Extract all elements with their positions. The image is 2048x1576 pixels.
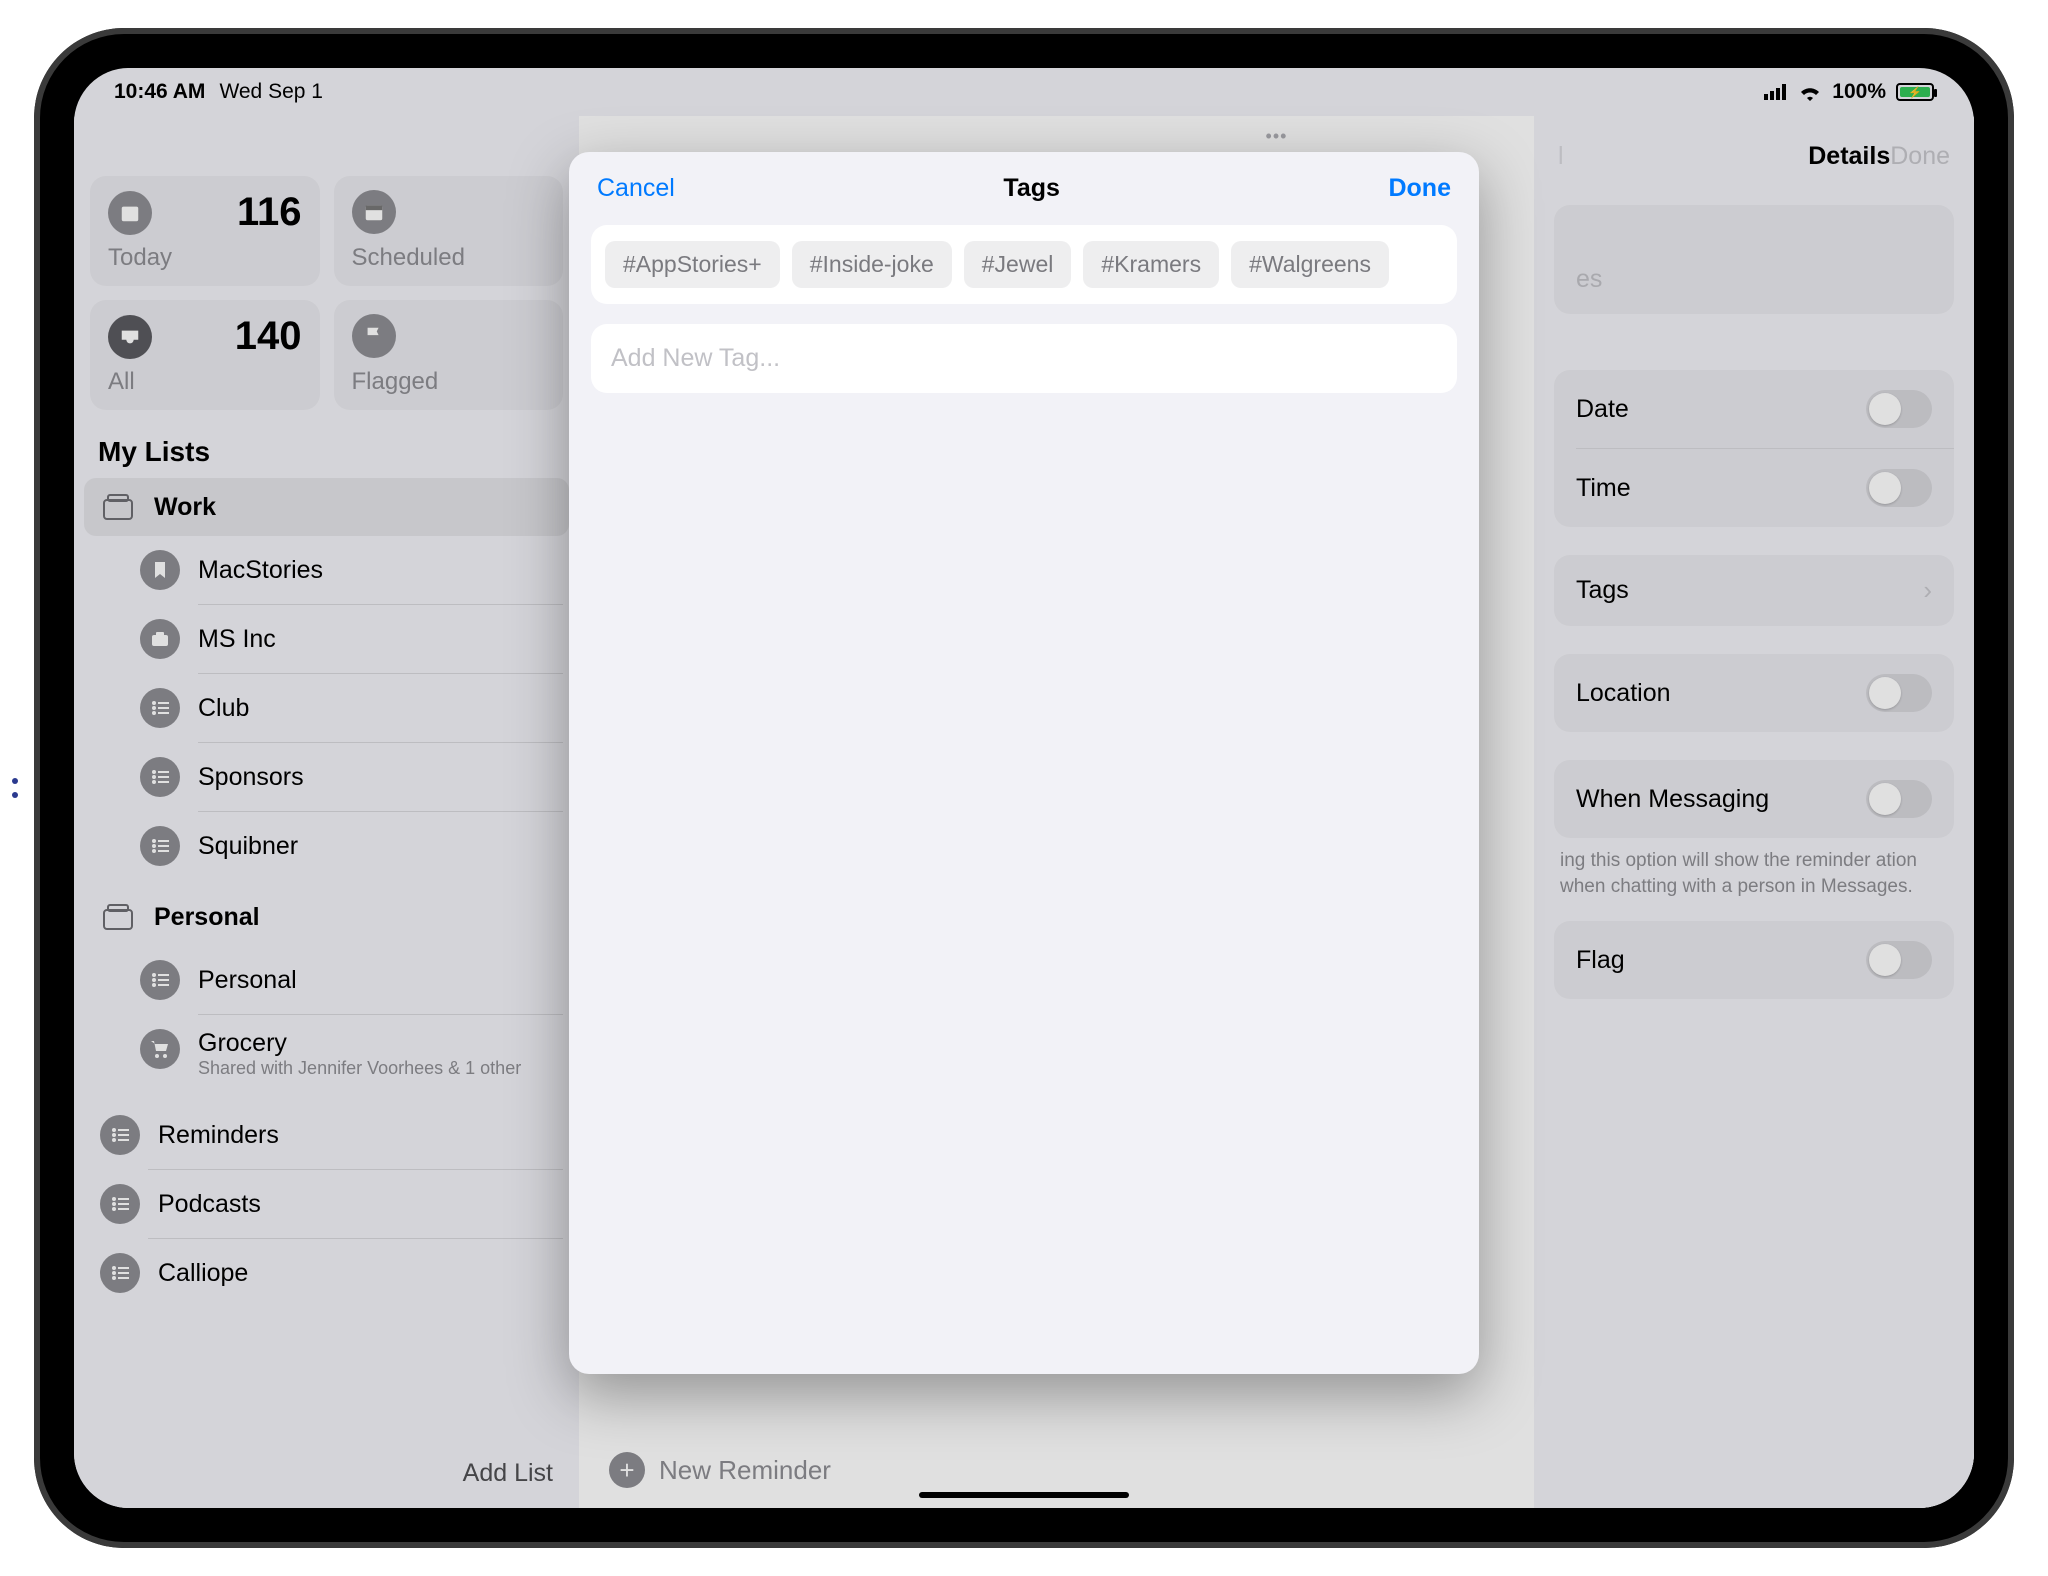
cellular-icon xyxy=(1764,84,1788,100)
today-label: Today xyxy=(108,244,302,272)
battery-icon: ⚡ xyxy=(1896,83,1934,101)
modal-done-button[interactable]: Done xyxy=(1388,174,1451,203)
list-podcasts[interactable]: Podcasts xyxy=(90,1170,563,1238)
tray-icon xyxy=(108,315,152,359)
sidebar: 116 Today Scheduled xyxy=(74,116,579,1508)
tags-modal: Cancel Tags Done #AppStories+ #Inside-jo… xyxy=(569,152,1479,1374)
details-field-stub[interactable]: es xyxy=(1554,205,1954,314)
wifi-icon xyxy=(1798,83,1822,101)
tag-chip[interactable]: #Walgreens xyxy=(1231,241,1389,288)
flagged-label: Flagged xyxy=(352,368,546,396)
cart-icon xyxy=(140,1029,180,1069)
modal-title: Tags xyxy=(1003,174,1060,203)
tag-chip[interactable]: #Jewel xyxy=(964,241,1072,288)
toggle-switch[interactable] xyxy=(1866,469,1932,507)
tag-list: #AppStories+ #Inside-joke #Jewel #Kramer… xyxy=(591,225,1457,304)
smart-list-all[interactable]: 140 All xyxy=(90,300,320,410)
home-indicator[interactable] xyxy=(919,1492,1129,1498)
details-title: Details xyxy=(1808,142,1890,171)
toggle-switch[interactable] xyxy=(1866,941,1932,979)
list-bullet-icon xyxy=(100,1253,140,1293)
list-grocery[interactable]: Grocery Shared with Jennifer Voorhees & … xyxy=(130,1015,563,1093)
details-panel: l Details Done es Date Time xyxy=(1534,116,1974,1508)
briefcase-icon xyxy=(140,619,180,659)
folder-work-label: Work xyxy=(154,493,216,522)
smart-list-scheduled[interactable]: Scheduled xyxy=(334,176,564,286)
list-reminders[interactable]: Reminders xyxy=(90,1101,563,1169)
folder-personal[interactable]: Personal xyxy=(90,888,563,946)
all-count: 140 xyxy=(235,314,302,359)
details-row-location[interactable]: Location xyxy=(1554,654,1954,732)
all-label: All xyxy=(108,368,302,396)
list-sponsors[interactable]: Sponsors xyxy=(130,743,563,811)
modal-cancel-button[interactable]: Cancel xyxy=(597,174,675,203)
toggle-switch[interactable] xyxy=(1866,390,1932,428)
my-lists-heading: My Lists xyxy=(98,436,563,468)
list-bullet-icon xyxy=(140,826,180,866)
list-bullet-icon xyxy=(100,1115,140,1155)
list-macstories[interactable]: MacStories xyxy=(130,536,563,604)
list-club[interactable]: Club xyxy=(130,674,563,742)
details-row-time[interactable]: Time xyxy=(1554,449,1954,527)
add-list-button[interactable]: Add List xyxy=(433,1459,553,1488)
new-reminder-button[interactable]: + New Reminder xyxy=(609,1452,831,1488)
today-count: 116 xyxy=(237,190,302,235)
smart-list-today[interactable]: 116 Today xyxy=(90,176,320,286)
list-calliope[interactable]: Calliope xyxy=(90,1239,563,1307)
toggle-switch[interactable] xyxy=(1866,780,1932,818)
folder-work[interactable]: Work xyxy=(84,478,569,536)
add-tag-placeholder: Add New Tag... xyxy=(611,344,780,372)
details-messaging-note: ing this option will show the reminder a… xyxy=(1554,848,1954,899)
calendar2-icon xyxy=(352,190,396,234)
status-time: 10:46 AM xyxy=(114,80,205,104)
list-bullet-icon xyxy=(140,757,180,797)
details-cancel-stub: l xyxy=(1558,142,1564,171)
add-new-tag-input[interactable]: Add New Tag... xyxy=(591,324,1457,393)
tag-chip[interactable]: #AppStories+ xyxy=(605,241,780,288)
battery-percent: 100% xyxy=(1832,80,1886,104)
details-row-date[interactable]: Date xyxy=(1554,370,1954,448)
folder-icon xyxy=(100,902,136,932)
details-done-button[interactable]: Done xyxy=(1890,142,1950,171)
list-msinc[interactable]: MS Inc xyxy=(130,605,563,673)
bookmark-icon xyxy=(140,550,180,590)
list-bullet-icon xyxy=(140,960,180,1000)
details-row-flag[interactable]: Flag xyxy=(1554,921,1954,999)
folder-personal-label: Personal xyxy=(154,903,260,932)
list-personal[interactable]: Personal xyxy=(130,946,563,1014)
status-date: Wed Sep 1 xyxy=(219,80,323,104)
smart-list-flagged[interactable]: Flagged xyxy=(334,300,564,410)
list-bullet-icon xyxy=(100,1184,140,1224)
chevron-right-icon: › xyxy=(1923,575,1932,606)
details-row-tags[interactable]: Tags › xyxy=(1554,555,1954,626)
flag-icon xyxy=(352,314,396,358)
folder-icon xyxy=(100,492,136,522)
scheduled-label: Scheduled xyxy=(352,244,546,272)
plus-circle-icon: + xyxy=(609,1452,645,1488)
list-squibner[interactable]: Squibner xyxy=(130,812,563,880)
multitask-dots-icon[interactable]: ••• xyxy=(1266,126,1288,147)
status-bar: 10:46 AM Wed Sep 1 100% ⚡ xyxy=(74,68,1974,116)
toggle-switch[interactable] xyxy=(1866,674,1932,712)
list-bullet-icon xyxy=(140,688,180,728)
tag-chip[interactable]: #Kramers xyxy=(1083,241,1219,288)
calendar-icon xyxy=(108,191,152,235)
details-row-messaging[interactable]: When Messaging xyxy=(1554,760,1954,838)
tag-chip[interactable]: #Inside-joke xyxy=(792,241,952,288)
